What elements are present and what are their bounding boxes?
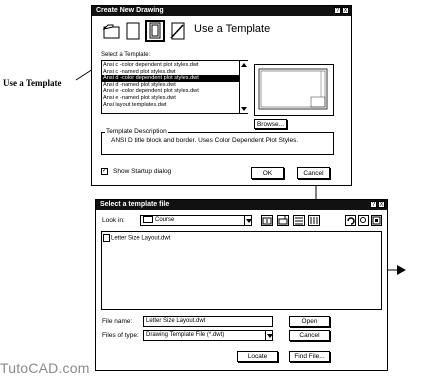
file-type-select[interactable]: Drawing Template File (*.dwt) (143, 330, 273, 341)
dialog2-help-button[interactable]: ? (370, 201, 377, 208)
locate-button[interactable]: Locate (237, 351, 278, 362)
new-folder-icon[interactable] (277, 215, 289, 226)
look-in-select[interactable]: Course (140, 215, 252, 226)
template-item[interactable]: Ansi c -named plot styles.dwt (102, 69, 247, 76)
dialog1-titlebar: Create New Drawing (92, 6, 351, 16)
up-one-level-icon[interactable] (261, 215, 273, 226)
dialog1-heading: Use a Template (194, 23, 271, 35)
cancel-button[interactable]: Cancel (297, 167, 330, 179)
preview-icon[interactable] (371, 215, 382, 226)
template-item[interactable]: Ansi e -color dependent plot styles.dwt (102, 88, 247, 95)
find-icon[interactable] (358, 215, 369, 226)
show-startup-checkbox[interactable]: ✓ (101, 168, 108, 175)
look-in-label: Look in: (102, 217, 125, 224)
open-drawing-icon[interactable] (102, 22, 121, 40)
back-icon[interactable] (345, 215, 356, 226)
preview-sheet-icon (258, 68, 328, 110)
use-wizard-icon[interactable] (169, 22, 187, 40)
start-from-scratch-icon[interactable] (124, 22, 142, 40)
dialog1-help-button[interactable]: ? (334, 7, 341, 14)
details-view-icon[interactable] (308, 215, 320, 226)
look-in-value: Course (155, 217, 175, 224)
template-description-label: Template Description (105, 128, 168, 135)
file-name-input[interactable]: Letter Size Layout.dwt (143, 316, 273, 327)
use-template-icon[interactable] (145, 20, 165, 42)
file-icon (103, 234, 110, 242)
file-type-label: Files of type: (102, 332, 139, 339)
template-item[interactable]: Ansi d -named plot styles.dwt (102, 82, 247, 89)
file-item[interactable]: Letter Size Layout.dwt (102, 234, 381, 242)
dialog1-title: Create New Drawing (96, 7, 164, 14)
create-new-drawing-dialog: Create New Drawing ? X Use a Template Se… (91, 5, 352, 186)
file-list[interactable]: Letter Size Layout.dwt (101, 231, 382, 310)
dialog2-cancel-button[interactable]: Cancel (289, 330, 330, 341)
dialog2-titlebar: Select a template file (96, 200, 387, 210)
file-name-label: File name: (102, 318, 133, 325)
template-list[interactable]: Ansi c -color dependent plot styles.dwt … (101, 60, 248, 114)
browse-button[interactable]: Browse... (254, 119, 287, 129)
file-item-label: Letter Size Layout.dwt (111, 235, 171, 242)
template-description-text: ANSI D title block and border. Uses Colo… (111, 137, 299, 144)
open-button[interactable]: Open (289, 316, 330, 327)
dialog1-close-button[interactable]: X (342, 7, 349, 14)
template-list-scrollbar[interactable] (239, 61, 248, 113)
ok-button[interactable]: OK (251, 167, 284, 179)
show-startup-label: Show Startup dialog (113, 168, 172, 175)
watermark: TutoCAD.com (0, 360, 90, 376)
select-template-label: Select a Template: (101, 52, 151, 58)
file-type-chevron-down-icon[interactable] (265, 331, 274, 340)
template-item[interactable]: Ansi layout templates.dwt (102, 102, 247, 109)
template-preview (254, 64, 334, 116)
template-item[interactable]: Ansi e -named plot styles.dwt (102, 95, 247, 102)
find-file-button[interactable]: Find File... (289, 351, 330, 362)
template-item-selected[interactable]: Ansi d -color dependent plot styles.dwt (102, 75, 247, 82)
template-item[interactable]: Ansi c -color dependent plot styles.dwt (102, 62, 247, 69)
dialog2-close-button[interactable]: X (378, 201, 385, 208)
list-view-icon[interactable] (293, 215, 305, 226)
dialog2-title: Select a template file (100, 201, 170, 208)
select-template-file-dialog: Select a template file ? X Look in: Cour… (95, 199, 388, 371)
folder-icon (143, 216, 153, 223)
chevron-down-icon[interactable] (244, 216, 253, 225)
